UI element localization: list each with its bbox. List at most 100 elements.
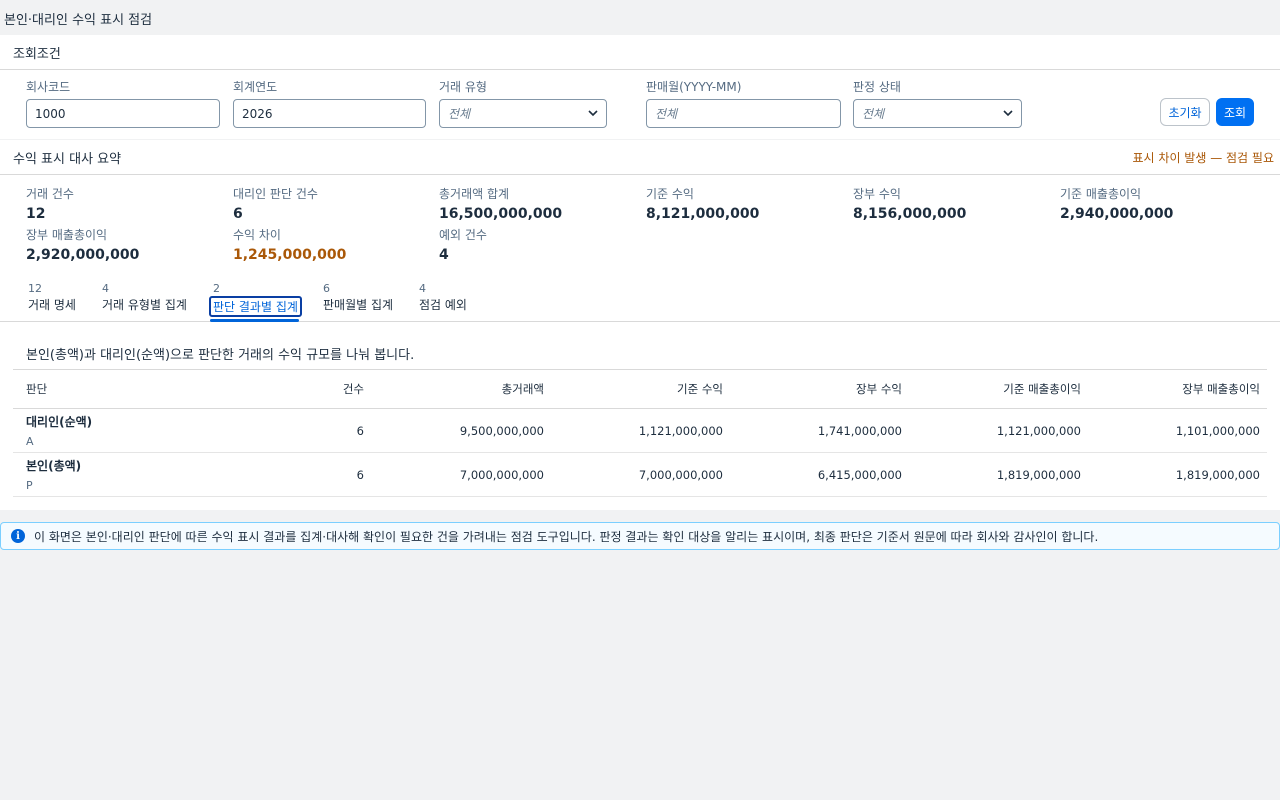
metric-label: 수익 차이 <box>233 228 281 242</box>
summary-panel-title: 수익 표시 대사 요약 <box>13 151 122 167</box>
reset-button[interactable]: 초기화 <box>1160 98 1210 126</box>
tab-count: 4 <box>419 282 426 295</box>
tab-label: 판매월별 집계 <box>323 298 394 312</box>
standard-margin-cell: 1,819,000,000 <box>909 452 1088 497</box>
sale-month-input[interactable]: 전체 <box>646 99 841 128</box>
metric-transaction-count: 거래 건수 12 <box>26 185 74 222</box>
tab-by-judgement[interactable]: 2 판단 결과별 집계 <box>209 282 302 317</box>
metric-value: 2,920,000,000 <box>26 247 140 263</box>
metric-value: 8,121,000,000 <box>646 206 760 222</box>
metric-standard-margin: 기준 매출총이익 2,940,000,000 <box>1060 185 1173 222</box>
metric-label: 장부 수익 <box>853 187 901 201</box>
gross-cell: 9,500,000,000 <box>371 408 551 453</box>
column-header[interactable]: 총거래액 <box>371 369 551 409</box>
tab-bar: 12 거래 명세 4 거래 유형별 집계 2 판단 결과별 집계 6 판매월별 … <box>0 272 1280 322</box>
company-code-value: 1000 <box>35 106 66 121</box>
status-select[interactable]: 전체 <box>853 99 1022 128</box>
status-placeholder: 전체 <box>862 107 885 121</box>
metric-value: 6 <box>233 206 243 222</box>
summary-panel-header: 수익 표시 대사 요약 표시 차이 발생 — 점검 필요 <box>0 140 1280 175</box>
metric-value: 8,156,000,000 <box>853 206 967 222</box>
sale-month-placeholder: 전체 <box>655 107 678 121</box>
tab-count: 2 <box>213 282 220 295</box>
judgement-cell: 본인(총액) P <box>13 452 213 497</box>
column-header[interactable]: 건수 <box>213 369 371 409</box>
standard-revenue-cell: 1,121,000,000 <box>551 408 730 453</box>
status-field: 판정 상태 전체 <box>853 78 1022 128</box>
metric-label: 기준 매출총이익 <box>1060 187 1142 201</box>
metric-label: 기준 수익 <box>646 187 694 201</box>
book-revenue-cell: 1,741,000,000 <box>730 408 909 453</box>
judgement-cell: 대리인(순액) A <box>13 408 213 453</box>
chevron-down-icon <box>1003 110 1013 117</box>
fiscal-year-label: 회계연도 <box>233 80 278 94</box>
column-header[interactable]: 장부 매출총이익 <box>1088 369 1267 409</box>
judgement-name: 대리인(순액) <box>26 415 93 429</box>
count-cell: 6 <box>213 408 371 453</box>
company-code-label: 회사코드 <box>26 80 71 94</box>
filter-panel-title: 조회조건 <box>13 46 61 62</box>
summary-panel: 수익 표시 대사 요약 표시 차이 발생 — 점검 필요 거래 건수 12 대리… <box>0 140 1280 272</box>
transaction-type-placeholder: 전체 <box>448 107 471 121</box>
filter-panel: 조회조건 회사코드 1000 회계연도 2026 거래 유형 전체 판매월(YY… <box>0 35 1280 139</box>
tab-count: 6 <box>323 282 330 295</box>
fiscal-year-field: 회계연도 2026 <box>233 78 426 128</box>
metric-gross-total: 총거래액 합계 16,500,000,000 <box>439 185 562 222</box>
table-row[interactable]: 본인(총액) P 6 7,000,000,000 7,000,000,000 6… <box>13 452 1267 497</box>
tab-exceptions[interactable]: 4 점검 예외 <box>419 282 467 313</box>
tab-label: 판단 결과별 집계 <box>209 296 302 317</box>
summary-warning: 표시 차이 발생 — 점검 필요 <box>1132 150 1274 165</box>
search-button[interactable]: 조회 <box>1216 98 1254 126</box>
metric-value: 12 <box>26 206 46 222</box>
metric-book-margin: 장부 매출총이익 2,920,000,000 <box>26 226 139 263</box>
metric-label: 대리인 판단 건수 <box>233 187 318 201</box>
judgement-code: A <box>26 435 34 448</box>
tab-by-type[interactable]: 4 거래 유형별 집계 <box>102 282 187 313</box>
book-revenue-cell: 6,415,000,000 <box>730 452 909 497</box>
table-header-row: 판단 건수 총거래액 기준 수익 장부 수익 기준 매출총이익 장부 매출총이익 <box>13 369 1267 409</box>
sale-month-label: 판매월(YYYY-MM) <box>646 80 742 94</box>
book-margin-cell: 1,101,000,000 <box>1088 408 1267 453</box>
metric-value: 4 <box>439 247 449 263</box>
metric-exception-count: 예외 건수 4 <box>439 226 487 263</box>
metric-value: 1,245,000,000 <box>233 247 347 263</box>
metric-standard-revenue: 기준 수익 8,121,000,000 <box>646 185 759 222</box>
filter-panel-header: 조회조건 <box>0 35 1280 70</box>
tab-content: 본인(총액)과 대리인(순액)으로 판단한 거래의 수익 규모를 나눠 봅니다.… <box>0 322 1280 510</box>
metric-label: 거래 건수 <box>26 187 74 201</box>
judgement-code: P <box>26 479 33 492</box>
column-header[interactable]: 판단 <box>13 369 213 409</box>
sale-month-field: 판매월(YYYY-MM) 전체 <box>646 78 841 128</box>
gross-cell: 7,000,000,000 <box>371 452 551 497</box>
count-cell: 6 <box>213 452 371 497</box>
fiscal-year-value: 2026 <box>242 106 273 121</box>
info-icon: i <box>11 529 25 543</box>
column-header[interactable]: 장부 수익 <box>730 369 909 409</box>
fiscal-year-input[interactable]: 2026 <box>233 99 426 128</box>
page-title: 본인·대리인 수익 표시 점검 <box>4 13 153 28</box>
tab-count: 4 <box>102 282 109 295</box>
tab-label: 거래 명세 <box>28 298 76 312</box>
transaction-type-label: 거래 유형 <box>439 80 487 94</box>
column-header[interactable]: 기준 수익 <box>551 369 730 409</box>
metric-label: 예외 건수 <box>439 228 487 242</box>
company-code-input[interactable]: 1000 <box>26 99 220 128</box>
column-header[interactable]: 기준 매출총이익 <box>909 369 1088 409</box>
transaction-type-field: 거래 유형 전체 <box>439 78 607 128</box>
standard-margin-cell: 1,121,000,000 <box>909 408 1088 453</box>
tab-by-month[interactable]: 6 판매월별 집계 <box>323 282 393 313</box>
metric-value: 16,500,000,000 <box>439 206 563 222</box>
table-row[interactable]: 대리인(순액) A 6 9,500,000,000 1,121,000,000 … <box>13 408 1267 453</box>
metric-agent-count: 대리인 판단 건수 6 <box>233 185 318 222</box>
tab-count: 12 <box>28 282 42 295</box>
info-message-text: 이 화면은 본인·대리인 판단에 따른 수익 표시 결과를 집계·대사해 확인이… <box>34 529 1099 544</box>
tab-label: 거래 유형별 집계 <box>102 298 187 312</box>
judgement-summary-table: 판단 건수 총거래액 기준 수익 장부 수익 기준 매출총이익 장부 매출총이익… <box>13 369 1267 497</box>
company-code-field: 회사코드 1000 <box>26 78 220 128</box>
book-margin-cell: 1,819,000,000 <box>1088 452 1267 497</box>
tab-transaction-detail[interactable]: 12 거래 명세 <box>28 282 76 313</box>
metric-value: 2,940,000,000 <box>1060 206 1174 222</box>
info-message-strip: i 이 화면은 본인·대리인 판단에 따른 수익 표시 결과를 집계·대사해 확… <box>0 522 1280 550</box>
metric-label: 장부 매출총이익 <box>26 228 108 242</box>
transaction-type-select[interactable]: 전체 <box>439 99 607 128</box>
